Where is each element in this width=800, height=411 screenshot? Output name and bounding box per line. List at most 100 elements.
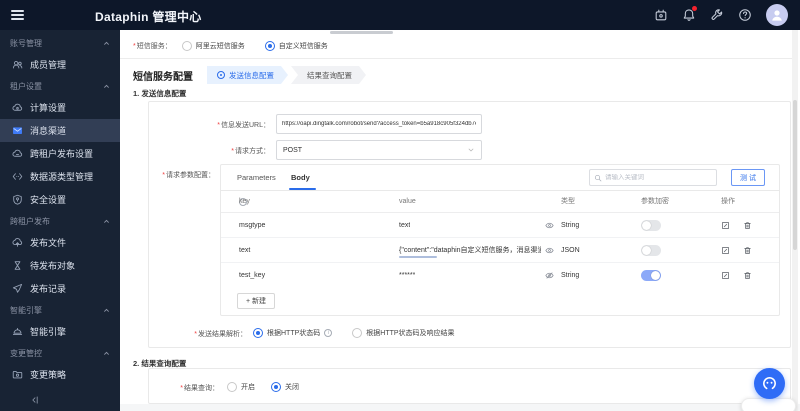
- param-key: text: [239, 247, 251, 254]
- customer-service-icon: [763, 377, 776, 390]
- radio-option-custom-sms[interactable]: 自定义短信服务: [264, 41, 328, 51]
- encrypt-toggle-off[interactable]: [641, 245, 661, 256]
- folder-icon: [12, 369, 23, 380]
- sidebar-item-compute-settings[interactable]: 计算设置: [0, 96, 120, 119]
- cloud-upload-icon: [12, 237, 23, 248]
- params-table-header: key i value 类型 参数加密 操作: [221, 191, 779, 213]
- radio-label: 自定义短信服务: [278, 43, 328, 50]
- step-send-config[interactable]: 发送信息配置: [207, 66, 288, 84]
- sidebar-group-tenant[interactable]: 租户设置: [0, 76, 120, 96]
- sidebar-item-label: 计算设置: [30, 103, 67, 113]
- url-input[interactable]: [276, 114, 482, 134]
- edit-icon[interactable]: [721, 271, 730, 280]
- radio-label: 关闭: [285, 384, 299, 391]
- encrypt-toggle-off[interactable]: [641, 220, 661, 231]
- sidebar-item-label: 发布文件: [30, 238, 67, 248]
- required-asterisk: *: [162, 172, 165, 179]
- radio-option-http-status-and-response[interactable]: 根据HTTP状态码及响应结果: [352, 328, 455, 338]
- sidebar-item-intelligent-engine[interactable]: 智能引擎: [0, 320, 120, 343]
- param-key: test_key: [239, 272, 266, 279]
- table-row: text {"content":"dataphin自定义短信服务，消息渠道 JS…: [221, 238, 779, 263]
- col-encrypt: 参数加密: [641, 198, 669, 205]
- customer-service-button[interactable]: [754, 368, 785, 399]
- search-icon: [594, 174, 602, 181]
- sidebar-item-members[interactable]: 成员管理: [0, 53, 120, 76]
- sidebar-item-label: 数据源类型管理: [30, 172, 94, 182]
- sidebar-item-security-settings[interactable]: 安全设置: [0, 188, 120, 211]
- help-icon[interactable]: [738, 8, 752, 22]
- sidebar-group-account[interactable]: 账号管理: [0, 33, 120, 53]
- delete-icon[interactable]: [743, 271, 752, 280]
- sidebar-group-label: 租户设置: [10, 81, 42, 91]
- encrypt-toggle-on[interactable]: [641, 270, 661, 281]
- radio-selected[interactable]: [253, 328, 263, 338]
- sidebar-item-cross-tenant-publish-settings[interactable]: 跨租户发布设置: [0, 142, 120, 165]
- table-row: msgtype text String: [221, 213, 779, 238]
- query-options: 开启 关闭: [227, 382, 299, 392]
- notification-badge: [692, 6, 697, 11]
- chevron-up-icon: [104, 351, 109, 355]
- sidebar-item-label: 跨租户发布设置: [30, 149, 94, 159]
- eye-icon[interactable]: [545, 246, 554, 255]
- radio-option-enable[interactable]: 开启: [227, 382, 255, 392]
- radio-selected[interactable]: [264, 41, 275, 51]
- param-type: JSON: [561, 247, 580, 254]
- step-active-icon: [217, 71, 225, 79]
- sidebar-item-datasource-types[interactable]: 数据源类型管理: [0, 165, 120, 188]
- wrench-icon[interactable]: [710, 8, 724, 22]
- sidebar-group-change-control[interactable]: 变更管控: [0, 343, 120, 363]
- value-scrollbar-thumb[interactable]: [399, 256, 437, 258]
- sidebar-item-publish-records[interactable]: 发布记录: [0, 277, 120, 300]
- horizontal-scrollbar-thumb[interactable]: [330, 31, 393, 34]
- method-value: POST: [283, 146, 303, 154]
- param-key: msgtype: [239, 222, 266, 229]
- delete-icon[interactable]: [743, 246, 752, 255]
- step-result-query-config[interactable]: 结果查询配置: [291, 66, 366, 84]
- topbar-actions: [654, 0, 788, 30]
- test-button[interactable]: 测 试: [731, 169, 765, 186]
- sidebar-item-label: 成员管理: [30, 60, 67, 70]
- param-value: text: [399, 222, 411, 229]
- method-select[interactable]: POST: [276, 140, 482, 160]
- new-param-button[interactable]: + 新建: [237, 293, 276, 309]
- shield-icon: [12, 194, 23, 205]
- eye-icon[interactable]: [545, 221, 554, 230]
- sidebar-item-label: 消息渠道: [30, 126, 67, 136]
- envelope-icon: [12, 125, 23, 136]
- sidebar-item-change-policy[interactable]: 变更策略: [0, 363, 120, 386]
- announcement-icon[interactable]: [654, 8, 668, 22]
- sidebar-item-label: 智能引擎: [30, 327, 67, 337]
- section-divider: [120, 58, 792, 59]
- vertical-scrollbar-thumb[interactable]: [793, 100, 797, 250]
- radio-option-disable[interactable]: 关闭: [271, 382, 299, 392]
- topbar: Dataphin 管理中心: [0, 0, 800, 30]
- param-type: String: [561, 272, 580, 279]
- sidebar-group-label: 智能引擎: [10, 305, 42, 315]
- search-input[interactable]: [605, 174, 712, 181]
- radio-option-http-status[interactable]: 根据HTTP状态码 i: [253, 328, 333, 338]
- delete-icon[interactable]: [743, 221, 752, 230]
- sidebar-item-message-channel[interactable]: 消息渠道: [0, 119, 120, 142]
- sidebar-item-pending-objects[interactable]: 待发布对象: [0, 254, 120, 277]
- radio-selected[interactable]: [271, 382, 281, 392]
- required-asterisk: *: [194, 331, 197, 338]
- param-value: {"content":"dataphin自定义短信服务，消息渠道: [399, 247, 541, 254]
- edit-icon[interactable]: [721, 221, 730, 230]
- radio-unselected[interactable]: [181, 41, 192, 51]
- sidebar-item-publish-files[interactable]: 发布文件: [0, 231, 120, 254]
- user-avatar[interactable]: [766, 4, 788, 26]
- collapse-sidebar-icon[interactable]: [30, 395, 40, 405]
- radio-unselected[interactable]: [352, 328, 363, 338]
- sidebar-group-intelligent-engine[interactable]: 智能引擎: [0, 300, 120, 320]
- notification-bell-icon[interactable]: [682, 6, 697, 22]
- tab-parameters[interactable]: Parameters: [237, 165, 276, 191]
- eye-off-icon[interactable]: [545, 271, 554, 280]
- radio-unselected[interactable]: [227, 382, 237, 392]
- radio-option-aliyun-sms[interactable]: 阿里云短信服务: [181, 41, 245, 51]
- edit-icon[interactable]: [721, 246, 730, 255]
- sidebar-item-label: 待发布对象: [30, 261, 76, 271]
- menu-icon[interactable]: [11, 10, 24, 20]
- sidebar-group-cross-tenant-publish[interactable]: 跨租户发布: [0, 211, 120, 231]
- info-icon[interactable]: i: [324, 329, 333, 337]
- floating-widget-card[interactable]: [741, 398, 796, 411]
